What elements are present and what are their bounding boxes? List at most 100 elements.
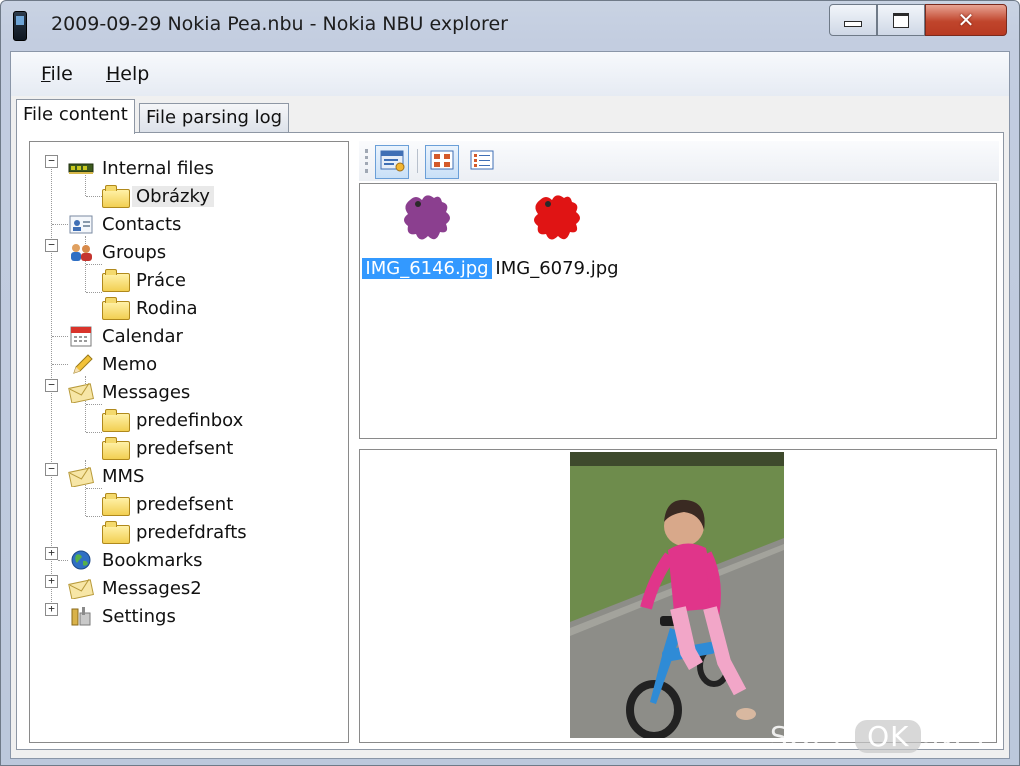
tree-item-label: Bookmarks bbox=[102, 549, 203, 571]
contacts-card-icon bbox=[68, 213, 94, 235]
tree-item-memo[interactable]: Memo bbox=[68, 352, 161, 376]
tree-connector bbox=[58, 560, 68, 561]
view-toolbar bbox=[359, 141, 999, 181]
folder-icon bbox=[102, 521, 130, 544]
expand-toggle[interactable]: + bbox=[45, 603, 58, 616]
tree-connector bbox=[86, 292, 102, 293]
collapse-toggle[interactable]: − bbox=[45, 379, 58, 392]
tree-connector bbox=[86, 404, 102, 405]
toolbar-separator bbox=[417, 149, 418, 173]
tree-item-obrazky[interactable]: Obrázky bbox=[102, 184, 214, 208]
collapse-toggle[interactable]: − bbox=[45, 155, 58, 168]
folder-icon bbox=[102, 493, 130, 516]
tree-item-calendar[interactable]: Calendar bbox=[68, 324, 187, 348]
tree-item-label: predefdrafts bbox=[136, 521, 247, 543]
app-window: 2009-09-29 Nokia Pea.nbu - Nokia NBU exp… bbox=[0, 0, 1020, 766]
large-icons-view-button[interactable] bbox=[425, 145, 459, 179]
tab-file-parsing-log[interactable]: File parsing log bbox=[139, 103, 290, 132]
tree-item-label: Práce bbox=[136, 269, 186, 291]
file-list[interactable]: IMG_6146.jpg IMG_6079.jpg bbox=[359, 183, 997, 439]
tree-item-predefsent[interactable]: predefsent bbox=[102, 436, 237, 460]
minimize-icon bbox=[844, 21, 862, 27]
watermark-text: SOFT- bbox=[770, 720, 856, 753]
tree-item-contacts[interactable]: Contacts bbox=[68, 212, 185, 236]
tree-item-label: Groups bbox=[102, 241, 167, 263]
tree-item-messages[interactable]: Messages bbox=[68, 380, 194, 404]
watermark: SOFT- OK .NET bbox=[770, 720, 990, 753]
extract-button[interactable] bbox=[375, 145, 409, 179]
tree-item-label: Contacts bbox=[102, 213, 182, 235]
tree-item-settings[interactable]: Settings bbox=[68, 604, 180, 628]
tree-item-label: Internal files bbox=[102, 157, 214, 179]
preview-photo bbox=[570, 452, 784, 738]
watermark-text: .NET bbox=[921, 720, 991, 753]
memory-card-icon bbox=[68, 157, 94, 179]
tree-item-label: Memo bbox=[102, 353, 158, 375]
close-icon: ✕ bbox=[957, 8, 975, 32]
image-preview-pane bbox=[359, 449, 997, 743]
tree-item-label: predefsent bbox=[136, 493, 234, 515]
image-file-icon bbox=[526, 195, 588, 252]
tree-item-internal-files[interactable]: Internal files bbox=[68, 156, 218, 180]
tab-file-content-label: File content bbox=[23, 104, 128, 125]
expand-toggle[interactable]: + bbox=[45, 575, 58, 588]
maximize-icon bbox=[893, 12, 909, 28]
client-area: File Help File content File parsing log bbox=[10, 51, 1010, 759]
tree-item-mms[interactable]: MMS bbox=[68, 464, 149, 488]
file-item[interactable]: IMG_6079.jpg bbox=[492, 190, 622, 279]
tree-connector bbox=[52, 364, 68, 365]
menu-bar: File Help bbox=[11, 52, 1009, 96]
tree-item-mms-predefsent[interactable]: predefsent bbox=[102, 492, 237, 516]
maximize-button[interactable] bbox=[877, 4, 925, 36]
tree-connector bbox=[52, 336, 68, 337]
menu-file-accel: F bbox=[41, 63, 51, 85]
menu-help[interactable]: Help bbox=[106, 63, 149, 85]
tree-item-label: Settings bbox=[102, 605, 176, 627]
folder-icon bbox=[102, 269, 130, 292]
tree-connector bbox=[86, 516, 102, 517]
tree-item-label: Messages2 bbox=[102, 577, 202, 599]
menu-file[interactable]: File bbox=[41, 63, 73, 85]
people-group-icon bbox=[68, 241, 94, 263]
details-view-button[interactable] bbox=[465, 145, 499, 179]
expand-toggle[interactable]: + bbox=[45, 547, 58, 560]
tree-item-label: predefinbox bbox=[136, 409, 244, 431]
tab-file-parsing-log-label: File parsing log bbox=[146, 107, 283, 128]
menu-help-label: elp bbox=[120, 63, 150, 85]
tree-item-predefinbox[interactable]: predefinbox bbox=[102, 408, 247, 432]
tab-file-content[interactable]: File content bbox=[16, 99, 135, 134]
toolbar-grip[interactable] bbox=[365, 149, 371, 173]
folder-icon bbox=[102, 409, 130, 432]
file-item[interactable]: IMG_6146.jpg bbox=[362, 190, 492, 279]
tree-item-label: Calendar bbox=[102, 325, 183, 347]
file-name: IMG_6146.jpg bbox=[362, 258, 492, 279]
tree-item-rodina[interactable]: Rodina bbox=[102, 296, 202, 320]
menu-help-accel: H bbox=[106, 63, 121, 85]
save-extract-icon bbox=[379, 148, 405, 176]
tree-connector bbox=[86, 432, 102, 433]
collapse-toggle[interactable]: − bbox=[45, 463, 58, 476]
tree-connector bbox=[86, 264, 102, 265]
tree-item-groups[interactable]: Groups bbox=[68, 240, 170, 264]
tree-item-messages2[interactable]: Messages2 bbox=[68, 576, 206, 600]
folder-icon bbox=[102, 185, 130, 208]
close-button[interactable]: ✕ bbox=[925, 4, 1007, 36]
tab-panel-file-content: − Internal files Obrázky Contacts − Grou… bbox=[16, 132, 1004, 750]
tree-item-predefdrafts[interactable]: predefdrafts bbox=[102, 520, 251, 544]
image-file-icon bbox=[396, 195, 458, 252]
envelope-icon bbox=[68, 381, 95, 404]
tree-item-label: MMS bbox=[102, 465, 145, 487]
title-bar: 2009-09-29 Nokia Pea.nbu - Nokia NBU exp… bbox=[1, 1, 1019, 49]
folder-icon bbox=[102, 297, 130, 320]
folder-tree[interactable]: − Internal files Obrázky Contacts − Grou… bbox=[29, 141, 349, 743]
tree-item-prace[interactable]: Práce bbox=[102, 268, 190, 292]
minimize-button[interactable] bbox=[829, 4, 877, 36]
folder-icon bbox=[102, 437, 130, 460]
collapse-toggle[interactable]: − bbox=[45, 239, 58, 252]
phone-icon bbox=[13, 11, 27, 41]
details-view-icon bbox=[469, 149, 495, 175]
large-icons-view-icon bbox=[429, 149, 455, 175]
tree-connector bbox=[86, 488, 102, 489]
calendar-icon bbox=[68, 325, 94, 347]
tree-item-bookmarks[interactable]: Bookmarks bbox=[68, 548, 207, 572]
